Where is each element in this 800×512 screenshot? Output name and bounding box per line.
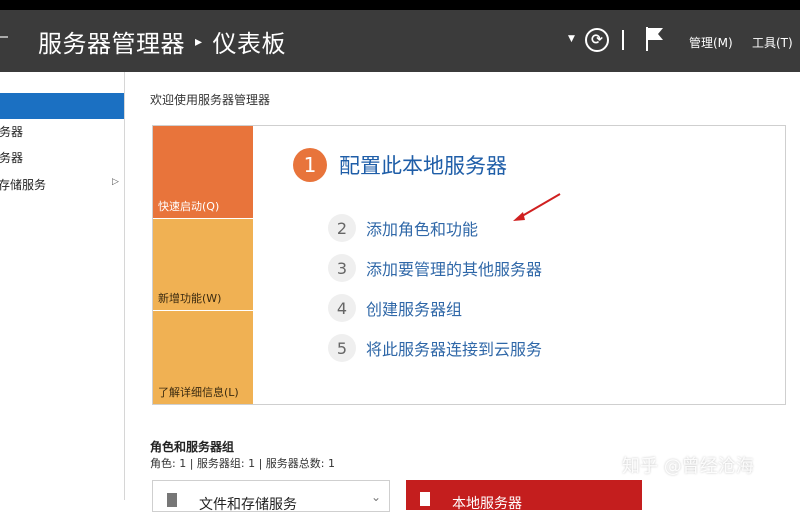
tile-label: 了解详细信息(L) xyxy=(158,384,239,400)
file-storage-icon xyxy=(167,493,177,507)
step-number: 5 xyxy=(328,334,356,362)
roles-section-summary: 角色: 1 | 服务器组: 1 | 服务器总数: 1 xyxy=(150,455,335,471)
card-label: 本地服务器 xyxy=(452,493,522,510)
step-number: 1 xyxy=(293,148,327,182)
breadcrumb-separator-icon: ▸ xyxy=(195,34,203,50)
role-card-file-storage[interactable]: 文件和存储服务 ⌄ xyxy=(152,480,390,512)
breadcrumb: 服务器管理器 ▸ 仪表板 xyxy=(38,24,286,59)
sidebar-item-file-storage[interactable]: 存储服务 xyxy=(0,176,46,193)
tile-whats-new[interactable]: 新增功能(W) xyxy=(153,219,253,310)
page-title: 仪表板 xyxy=(213,30,287,58)
tile-label: 快速启动(Q) xyxy=(158,198,219,214)
dropdown-caret-icon[interactable]: ▼ xyxy=(568,34,575,44)
back-nav-icon[interactable] xyxy=(0,36,8,38)
step-link[interactable]: 将此服务器连接到云服务 xyxy=(366,336,542,360)
card-label: 文件和存储服务 xyxy=(199,494,297,512)
annotation-arrow-icon xyxy=(505,190,567,226)
step-add-roles-features[interactable]: 2 添加角色和功能 xyxy=(328,214,478,242)
expand-arrow-icon[interactable]: ▷ xyxy=(112,177,119,187)
title-bar: 服务器管理器 ▸ 仪表板 ▼ ⟳ 管理(M) 工具(T) xyxy=(0,10,800,72)
step-create-server-group[interactable]: 4 创建服务器组 xyxy=(328,294,462,322)
step-configure-local-server[interactable]: 1 配置此本地服务器 xyxy=(293,148,507,182)
tile-quick-start[interactable]: 快速启动(Q) xyxy=(153,126,253,218)
sidebar-item-dashboard[interactable] xyxy=(0,93,124,119)
refresh-icon[interactable]: ⟳ xyxy=(585,28,609,52)
tile-label: 新增功能(W) xyxy=(158,290,221,306)
toolbar-divider xyxy=(622,30,624,50)
top-black-strip xyxy=(0,0,800,10)
sidebar-item-local-server[interactable]: 务器 xyxy=(0,123,23,140)
step-number: 3 xyxy=(328,254,356,282)
step-connect-cloud[interactable]: 5 将此服务器连接到云服务 xyxy=(328,334,542,362)
chevron-down-icon[interactable]: ⌄ xyxy=(371,490,381,504)
manage-menu[interactable]: 管理(M) xyxy=(689,34,733,51)
server-icon xyxy=(420,492,430,506)
roles-section-title: 角色和服务器组 xyxy=(150,438,234,455)
sidebar-item-all-servers[interactable]: 务器 xyxy=(0,149,23,166)
step-number: 4 xyxy=(328,294,356,322)
app-title: 服务器管理器 xyxy=(38,30,185,58)
step-link[interactable]: 添加角色和功能 xyxy=(366,216,478,240)
tile-learn-more[interactable]: 了解详细信息(L) xyxy=(153,311,253,404)
role-card-local-server[interactable]: 本地服务器 xyxy=(406,480,642,510)
step-number: 2 xyxy=(328,214,356,242)
step-link[interactable]: 添加要管理的其他服务器 xyxy=(366,256,542,280)
welcome-heading: 欢迎使用服务器管理器 xyxy=(150,91,270,108)
tools-menu[interactable]: 工具(T) xyxy=(752,34,793,51)
notifications-flag-icon[interactable] xyxy=(644,26,666,52)
watermark: 知乎 @曾经沧海 xyxy=(622,452,754,478)
step-link[interactable]: 创建服务器组 xyxy=(366,296,462,320)
sidebar: 务器 务器 存储服务 ▷ xyxy=(0,72,125,500)
step-add-other-servers[interactable]: 3 添加要管理的其他服务器 xyxy=(328,254,542,282)
step-link[interactable]: 配置此本地服务器 xyxy=(339,150,507,180)
